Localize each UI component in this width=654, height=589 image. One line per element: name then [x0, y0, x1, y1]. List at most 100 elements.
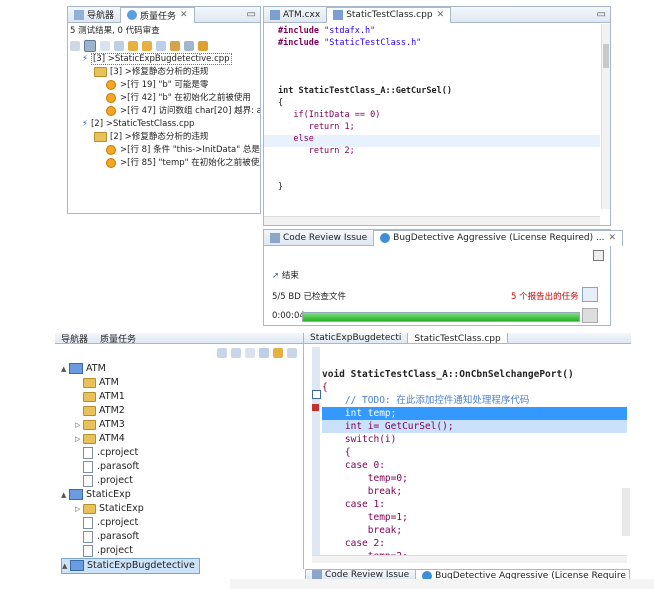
navigator-tree-item[interactable]: .cproject	[61, 446, 307, 460]
task-tree-item[interactable]: >[行 19] "b" 可能是零	[82, 79, 260, 92]
code-text: temp=0;	[322, 473, 408, 484]
sort-icon[interactable]	[100, 41, 110, 51]
code-text: switch(i)	[322, 434, 397, 445]
tools-icon[interactable]	[184, 41, 194, 51]
link-icon[interactable]	[170, 41, 180, 51]
navigator-row: .parasoft	[61, 530, 307, 544]
tab-navigator-2[interactable]: 导航器	[55, 333, 94, 344]
top-code-area[interactable]: #include "stdafx.h" #include "StaticTestC…	[278, 25, 598, 209]
code-text: case 1:	[322, 499, 385, 510]
code-text: if(InitData == 0)	[278, 110, 381, 120]
folder-icon	[94, 66, 107, 77]
bottom-code-area[interactable]: void StaticTestClass_A::OnCbnSelchangePo…	[322, 355, 627, 555]
navigator-tree-item[interactable]: .parasoft	[61, 530, 307, 544]
task-tree-item[interactable]: >[行 42] "b" 在初始化之前被使用	[82, 92, 260, 105]
expand-toggle-icon[interactable]: ▷	[75, 432, 83, 446]
extra-icon[interactable]	[198, 41, 208, 51]
filter-icon[interactable]	[84, 40, 96, 52]
task-tree-item[interactable]: ⚡ [2] >StaticTestClass.cpp	[82, 118, 260, 131]
navigator-tree-item[interactable]: ▲ ATM	[61, 362, 307, 376]
view-menu-icon[interactable]	[287, 348, 297, 358]
panel-action-icon[interactable]	[593, 250, 604, 261]
search-icon[interactable]	[70, 41, 80, 51]
task-tree-item[interactable]: ⚡ [3] >StaticExpBugdetective.cpp	[82, 53, 260, 66]
collapse-all-icon[interactable]	[259, 348, 269, 358]
minimize-icon[interactable]: ▭	[247, 9, 256, 20]
code-string: "stdafx.h"	[318, 26, 376, 36]
task-tree-item[interactable]: >[行 85] "temp" 在初始化之前被使用	[82, 157, 260, 170]
tab-navigator[interactable]: 导航器	[68, 7, 120, 22]
progress-fill	[303, 313, 579, 321]
stop-button[interactable]	[582, 308, 598, 323]
breakpoint-marker-icon[interactable]	[312, 390, 321, 399]
navigator-tree-item[interactable]: ▷ ATM4	[61, 432, 307, 446]
task-tree-item[interactable]: [3] >修复静态分析的违规	[82, 66, 260, 79]
up-level-icon[interactable]	[142, 41, 152, 51]
link-editor-icon[interactable]	[273, 348, 283, 358]
down-arrow-icon[interactable]	[128, 41, 138, 51]
navigator-tree-item[interactable]: ▲ StaticExpBugdetective	[61, 558, 200, 574]
navigator-tree-label: ATM1	[99, 391, 125, 402]
project-icon	[70, 560, 84, 571]
folder-icon	[83, 391, 96, 402]
close-icon[interactable]: ✕	[437, 10, 445, 20]
task-tree-item[interactable]: [2] >修复静态分析的违规	[82, 131, 260, 144]
home-icon[interactable]	[245, 348, 255, 358]
error-marker-icon[interactable]	[312, 404, 319, 411]
horizontal-scrollbar[interactable]	[264, 216, 600, 225]
file-icon	[83, 474, 93, 487]
tab-quality-tasks-2[interactable]: 质量任务	[94, 333, 142, 344]
folder-icon	[83, 377, 96, 388]
expand-toggle-icon[interactable]: ▲	[61, 362, 69, 376]
tab-static-test-class[interactable]: StaticTestClass.cpp ✕	[326, 6, 452, 23]
minimize-icon[interactable]: ▭	[597, 9, 606, 20]
expand-toggle-icon[interactable]: ▲	[62, 559, 70, 573]
collapse-icon[interactable]	[156, 41, 166, 51]
tab-static-exp-bugdetective[interactable]: StaticExpBugdetecti	[304, 333, 407, 343]
tab-code-review-issue[interactable]: Code Review Issue	[264, 230, 373, 245]
navigator-tree-item[interactable]: ATM2	[61, 404, 307, 418]
bottom-editor-tabbar: StaticExpBugdetecti StaticTestClass.cpp	[304, 333, 631, 344]
navigator-tree-item[interactable]: .project	[61, 544, 307, 558]
navigator-tree-item[interactable]: ATM	[61, 376, 307, 390]
navigator-tree-item[interactable]: ▷ StaticExp	[61, 502, 307, 516]
quality-tasks-icon	[127, 10, 138, 20]
task-tree-label: >[行 8] 条件 "this->InitData" 总是评估	[120, 145, 260, 155]
up-arrow-icon[interactable]	[114, 41, 124, 51]
navigator-tree-item[interactable]: ATM1	[61, 390, 307, 404]
navigator-tree-item[interactable]: .parasoft	[61, 460, 307, 474]
expand-toggle-icon[interactable]: ▷	[75, 502, 83, 516]
back-icon[interactable]	[217, 348, 227, 358]
navigator-panel: 导航器 质量任务 ▲ ATM ATM ATM1 ATM2 ▷ ATM3 ▷ ATM4 .cproj…	[55, 333, 307, 579]
expand-toggle-icon[interactable]: ▷	[75, 418, 83, 432]
status-row: ➚ 结束	[272, 270, 299, 282]
close-icon[interactable]: ✕	[180, 10, 188, 20]
code-line: #include "StaticTestClass.h"	[278, 37, 598, 49]
task-tree-label: >[行 42] "b" 在初始化之前被使用	[120, 93, 251, 103]
navigator-row: ▷ ATM4	[61, 432, 307, 446]
report-button[interactable]	[582, 287, 598, 302]
tab-bugdetective[interactable]: BugDetective Aggressive (License Require…	[373, 229, 624, 246]
task-tree-label: [2] >修复静态分析的违规	[110, 132, 209, 142]
close-icon[interactable]: ✕	[609, 233, 617, 243]
horizontal-scrollbar-2[interactable]	[312, 555, 627, 563]
tab-static-test-class-2[interactable]: StaticTestClass.cpp	[407, 333, 508, 343]
tab-atm-cxx[interactable]: ATM.cxx	[264, 7, 326, 22]
navigator-row: ATM2	[61, 404, 307, 418]
navigator-tree-item[interactable]: ▲ StaticExp	[61, 488, 307, 502]
project-icon	[69, 489, 83, 500]
task-tree-item[interactable]: >[行 47] 访问数组 char[20] 越界: arry	[82, 105, 260, 118]
navigator-tree-label: .project	[97, 475, 133, 486]
navigator-tree-label: ATM4	[99, 433, 125, 444]
expand-toggle-icon[interactable]: ▲	[61, 488, 69, 502]
navigator-row: ATM	[61, 376, 307, 390]
task-tree-item[interactable]: >[行 8] 条件 "this->InitData" 总是评估	[82, 144, 260, 157]
bottom-editor-panel: StaticExpBugdetecti StaticTestClass.cpp …	[303, 333, 631, 569]
code-text: }	[278, 182, 284, 192]
forward-icon[interactable]	[231, 348, 241, 358]
tab-quality-tasks[interactable]: 质量任务 ✕	[120, 6, 195, 23]
vertical-scrollbar[interactable]	[601, 24, 610, 209]
navigator-tree-item[interactable]: ▷ ATM3	[61, 418, 307, 432]
navigator-tree-item[interactable]: .project	[61, 474, 307, 488]
navigator-tree-item[interactable]: .cproject	[61, 516, 307, 530]
